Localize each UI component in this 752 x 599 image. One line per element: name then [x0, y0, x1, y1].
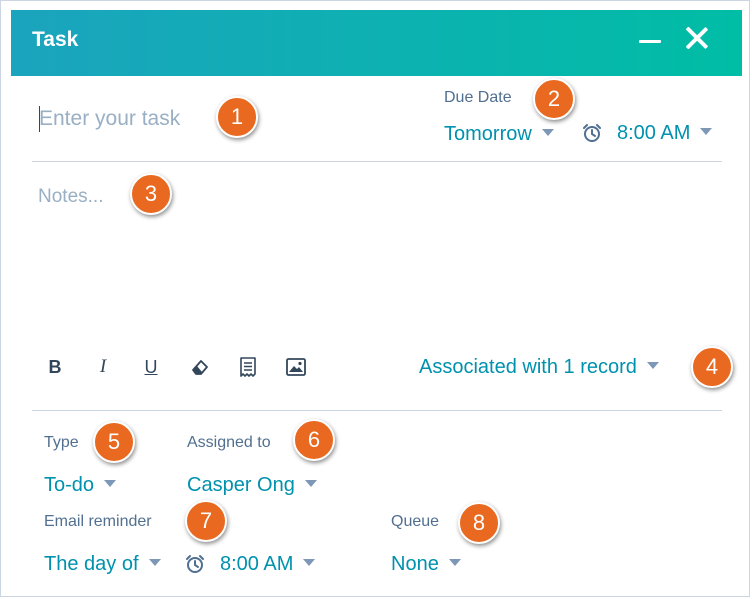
close-icon[interactable] [684, 25, 710, 51]
eraser-icon [192, 360, 208, 375]
callout-badge-7: 7 [185, 500, 227, 542]
type-value: To-do [44, 474, 95, 496]
email-reminder-value: The day of [44, 553, 139, 575]
insert-image-button[interactable] [284, 355, 308, 379]
text-cursor [39, 106, 40, 132]
type-dropdown[interactable]: To-do [44, 474, 117, 497]
type-label: Type [44, 434, 79, 451]
italic-button[interactable]: I [91, 355, 115, 379]
due-date-value: Tomorrow [444, 123, 532, 145]
caret-down-icon [303, 559, 316, 567]
alarm-clock-icon [186, 555, 204, 573]
alarm-clock-icon [583, 124, 601, 142]
snippet-icon [240, 357, 256, 377]
caret-down-icon [646, 362, 659, 370]
due-time-value: 8:00 AM [617, 122, 691, 144]
callout-badge-5: 5 [93, 421, 135, 463]
underline-button[interactable]: U [139, 355, 163, 379]
callout-badge-6: 6 [293, 419, 335, 461]
reminder-time-dropdown[interactable]: 8:00 AM [220, 553, 316, 576]
caret-down-icon [448, 559, 461, 567]
email-reminder-dropdown[interactable]: The day of [44, 553, 161, 576]
bold-button[interactable]: B [43, 355, 67, 379]
callout-badge-2: 2 [533, 78, 575, 120]
due-date-dropdown[interactable]: Tomorrow [444, 123, 554, 146]
assigned-to-value: Casper Ong [187, 474, 295, 496]
queue-dropdown[interactable]: None [391, 553, 461, 576]
due-time-dropdown[interactable]: 8:00 AM [617, 122, 713, 145]
callout-badge-3: 3 [130, 173, 172, 215]
caret-down-icon [541, 129, 554, 137]
queue-label: Queue [391, 513, 440, 530]
associations-label: Associated with 1 record [419, 356, 637, 378]
task-title-input[interactable] [39, 104, 219, 134]
header-divider [32, 161, 722, 162]
callout-badge-4: 4 [691, 346, 733, 388]
assigned-to-label: Assigned to [187, 434, 271, 451]
due-date-label: Due Date [444, 89, 512, 106]
caret-down-icon [700, 128, 713, 136]
caret-down-icon [304, 480, 317, 488]
toolbar-divider [32, 410, 722, 411]
dialog-title: Task [32, 28, 79, 51]
email-reminder-label: Email reminder [44, 513, 152, 530]
task-dialog: Task Due Date Tomorrow 8:00 AM B I U [0, 0, 750, 597]
caret-down-icon [148, 559, 161, 567]
clear-format-button[interactable] [188, 355, 212, 379]
dialog-header: Task [11, 10, 742, 76]
caret-down-icon [104, 480, 117, 488]
minimize-icon[interactable] [639, 34, 661, 50]
associations-dropdown[interactable]: Associated with 1 record [419, 356, 659, 379]
image-icon [286, 358, 306, 376]
reminder-time-value: 8:00 AM [220, 553, 294, 575]
callout-badge-8: 8 [458, 502, 500, 544]
queue-value: None [391, 553, 439, 575]
assigned-to-dropdown[interactable]: Casper Ong [187, 474, 317, 497]
callout-badge-1: 1 [216, 96, 258, 138]
snippet-button[interactable] [236, 355, 260, 379]
